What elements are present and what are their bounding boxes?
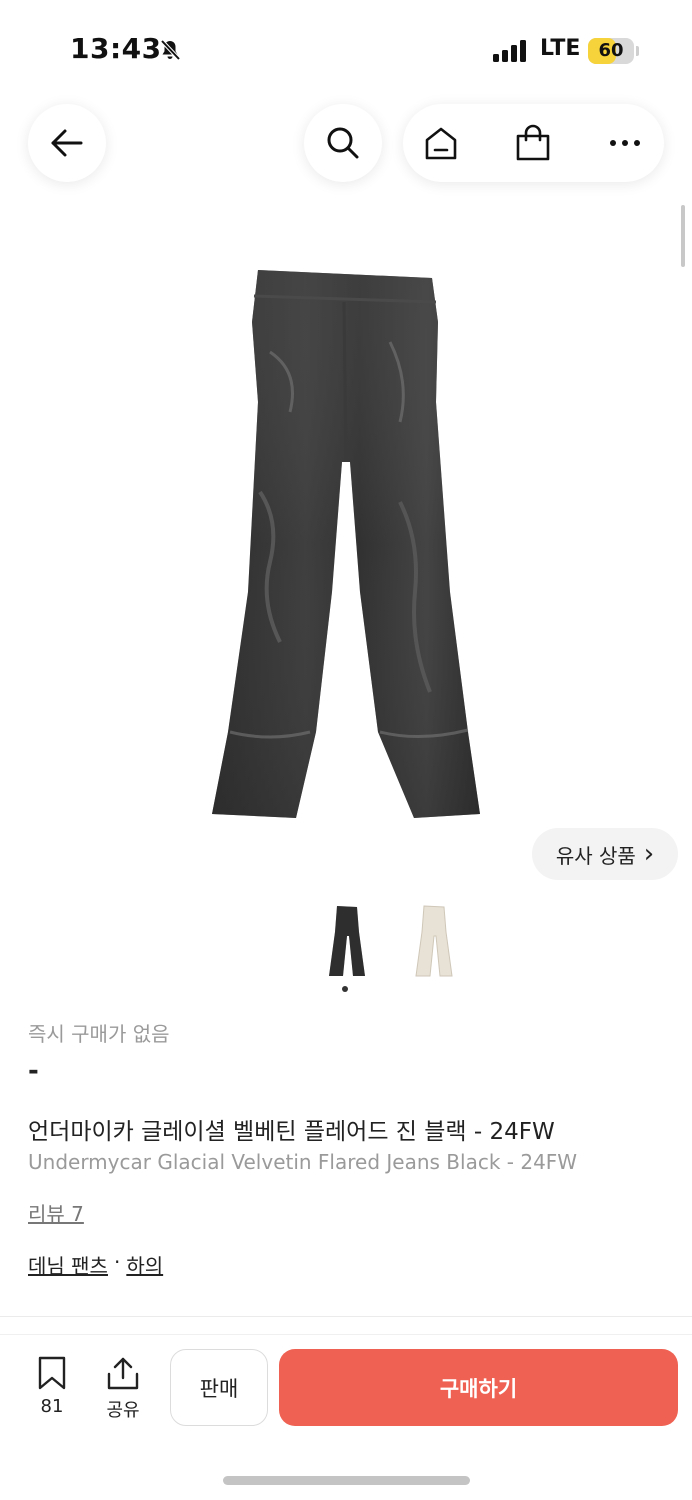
status-time: 13:43 [70,32,162,65]
bell-muted-icon [160,39,181,61]
battery-percent: 60 [598,40,624,61]
more-button[interactable] [605,123,645,163]
back-button[interactable] [28,104,106,182]
share-label: 공유 [106,1400,140,1421]
home-icon [425,127,457,160]
instant-buy-caption: 즉시 구매가 없음 [28,1022,170,1046]
product-title-korean: 언더마이카 글레이셜 벨베틴 플레어드 진 블랙 - 24FW [28,1119,555,1145]
share-icon [107,1357,139,1390]
bookmark-icon [38,1356,66,1390]
shopping-bag-icon [516,124,550,161]
scroll-indicator[interactable] [681,205,685,267]
battery-cap [636,46,639,56]
search-button[interactable] [304,104,382,182]
search-icon [327,127,359,159]
bookmark-count: 81 [40,1396,64,1417]
similar-products-button[interactable]: 유사 상품 › [532,828,678,880]
chevron-right-icon: › [643,839,655,869]
battery-icon: 60 [588,38,634,64]
divider [0,1316,692,1317]
cellular-signal-icon [493,40,526,62]
page-indicator-dot [342,986,348,992]
thumbnail-black[interactable] [325,902,369,980]
category-breadcrumb: 데님 팬츠 · 하의 [28,1250,163,1279]
home-indicator [223,1476,470,1485]
similar-products-label: 유사 상품 [555,843,636,868]
thumbnail-ivory[interactable] [412,902,456,980]
sell-button[interactable]: 판매 [170,1349,268,1426]
product-title-english: Undermycar Glacial Velvetin Flared Jeans… [28,1150,578,1174]
cart-button[interactable] [513,123,553,163]
instant-buy-price: - [28,1056,39,1086]
category-link-bottoms[interactable]: 하의 [126,1250,163,1279]
product-page: 13:43 LTE 60 유사 상품 › 즉시 구매가 없음 - 언더마이카 글… [0,0,692,1500]
category-link-denim-pants[interactable]: 데님 팬츠 [28,1250,108,1279]
buy-button[interactable]: 구매하기 [279,1349,678,1426]
more-horizontal-icon [610,140,640,146]
product-image-black-jeans [212,270,480,818]
arrow-left-icon [51,129,83,157]
share-button[interactable]: 공유 [93,1356,153,1422]
category-separator: · [113,1250,121,1274]
network-type: LTE [540,36,581,61]
nav-action-group [403,104,664,182]
review-link[interactable]: 리뷰 7 [28,1198,84,1227]
home-button[interactable] [421,123,461,163]
bookmark-button[interactable]: 81 [22,1356,82,1417]
